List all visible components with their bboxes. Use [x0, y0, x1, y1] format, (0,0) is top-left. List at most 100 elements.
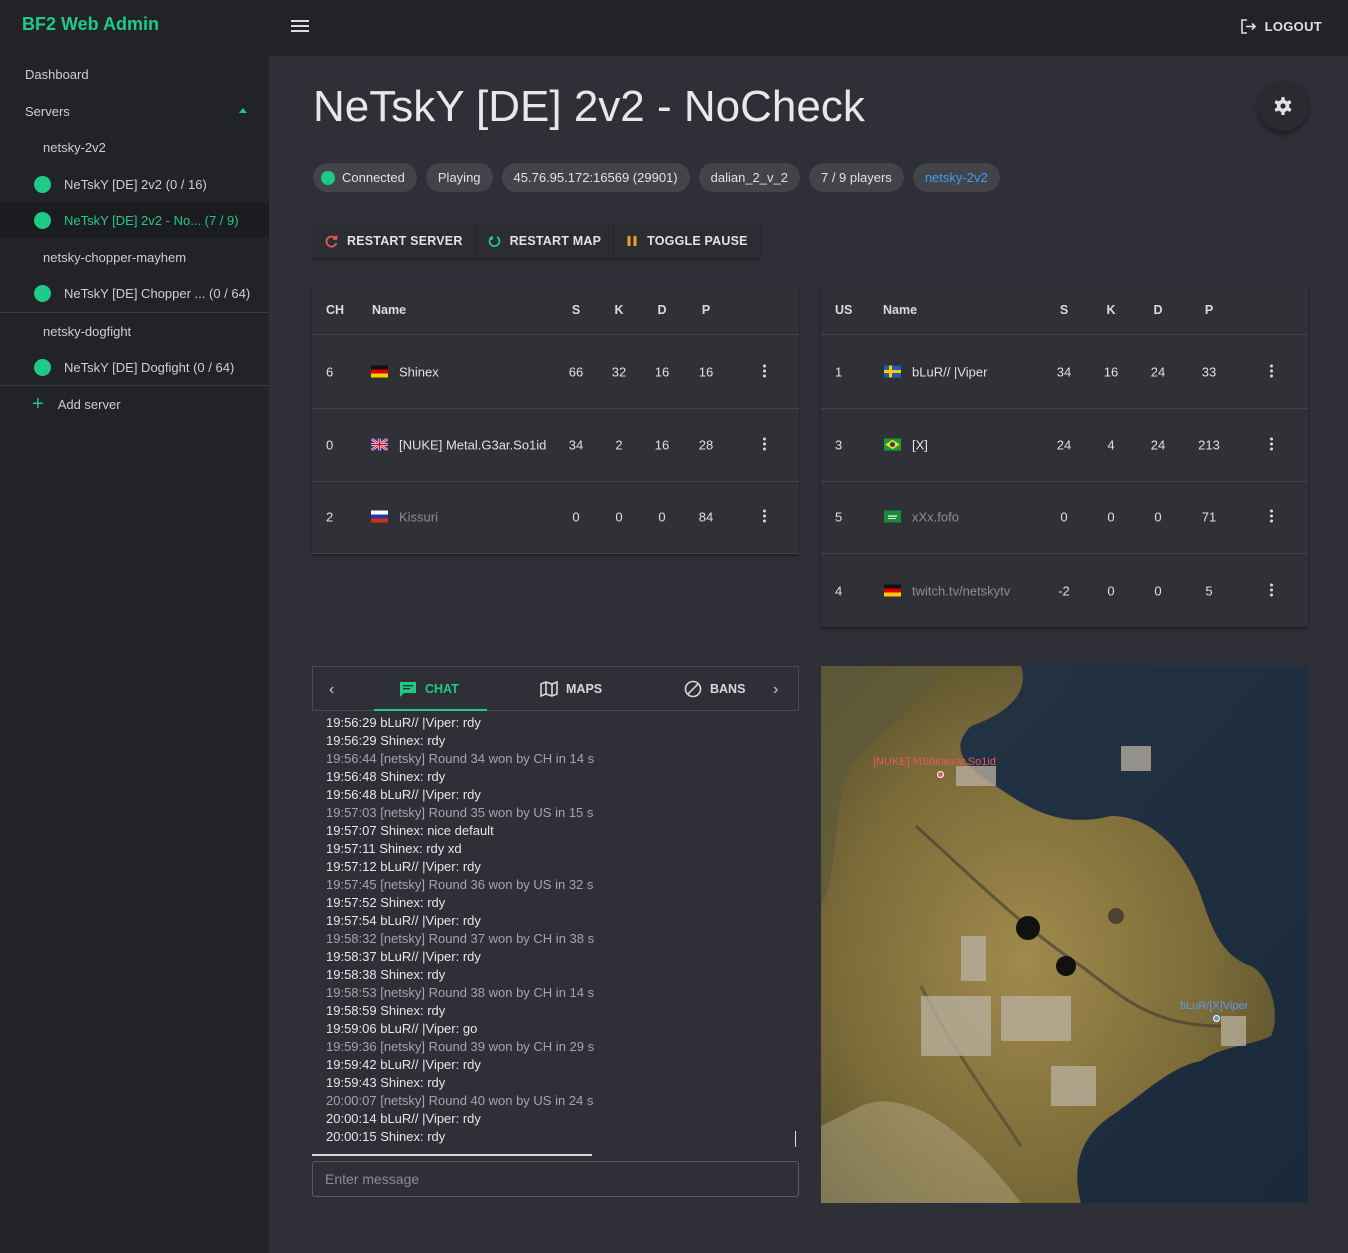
server-group-label: netsky-dogfight — [43, 323, 132, 339]
player-name[interactable]: Shinex — [399, 365, 439, 380]
scrollbar-indicator[interactable] — [312, 1154, 592, 1156]
sidebar-server-item-active[interactable]: NeTskY [DE] 2v2 - No... (7 / 9) — [0, 202, 269, 238]
col-kills[interactable]: K — [614, 303, 623, 317]
player-name[interactable]: twitch.tv/netskytv — [912, 583, 1010, 598]
gear-icon — [1274, 97, 1292, 115]
more-vert-icon[interactable] — [1269, 437, 1273, 453]
chat-log[interactable]: 20:00:15 Shinex: rdy 20:00:14 bLuR// |Vip… — [312, 711, 799, 1156]
chat-line: 19:58:59 Shinex: rdy — [326, 1003, 446, 1018]
player-id: 3 — [835, 437, 843, 453]
player-id: 4 — [835, 583, 843, 598]
sidebar-server-item[interactable]: NeTskY [DE] 2v2 (0 / 16) — [0, 166, 269, 202]
chat-line: 19:59:43 Shinex: rdy — [326, 1075, 446, 1090]
logout-icon — [1240, 19, 1256, 34]
chip-players: 7 / 9 players — [808, 163, 904, 192]
player-kills: 2 — [615, 437, 623, 453]
restart-map-icon — [488, 235, 500, 247]
restart-server-button[interactable]: RESTART SERVER — [313, 224, 476, 258]
player-ping: 28 — [698, 437, 714, 453]
block-icon — [684, 680, 702, 698]
col-ping[interactable]: P — [1205, 303, 1213, 317]
more-vert-icon[interactable] — [1269, 509, 1273, 525]
add-server-label: Add server — [57, 396, 121, 412]
restart-map-button[interactable]: RESTART MAP — [476, 224, 615, 258]
col-team[interactable]: CH — [326, 303, 344, 317]
sidebar-server-item[interactable]: NeTskY [DE] Dogfight (0 / 64) — [0, 349, 269, 385]
table-header: CH Name S K D P — [312, 285, 799, 335]
col-deaths[interactable]: D — [1153, 303, 1162, 317]
chat-line: 19:57:54 bLuR// |Viper: rdy — [326, 913, 481, 928]
player-name[interactable]: bLuR// |Viper — [912, 365, 987, 380]
col-kills[interactable]: K — [1106, 303, 1115, 317]
player-name[interactable]: [X] — [912, 438, 928, 453]
flag-sa-icon — [884, 510, 901, 523]
more-vert-icon[interactable] — [1269, 364, 1273, 380]
col-name[interactable]: Name — [883, 303, 917, 317]
status-dot-icon — [34, 175, 51, 193]
more-vert-icon[interactable] — [762, 437, 766, 453]
player-deaths: 24 — [1150, 437, 1166, 453]
chat-line: 19:56:48 Shinex: rdy — [326, 769, 446, 784]
chip-group-link[interactable]: netsky-2v2 — [912, 163, 1000, 192]
player-row: 0 [NUKE] Metal.G3ar.So1id 34 2 16 28 — [312, 409, 799, 482]
player-row: 1 bLuR// |Viper 34 16 24 33 — [821, 336, 1308, 409]
map-marker-ch[interactable] — [937, 771, 944, 778]
more-vert-icon[interactable] — [762, 364, 766, 380]
player-deaths: 16 — [654, 364, 670, 380]
player-row: 3 [X] 24 4 24 213 — [821, 409, 1308, 482]
brand-title[interactable]: BF2 Web Admin — [22, 14, 159, 35]
nav-servers[interactable]: Servers — [0, 93, 269, 129]
add-server-button[interactable]: + Add server — [0, 386, 269, 422]
col-score[interactable]: S — [1060, 303, 1068, 317]
chip-label: Connected — [342, 170, 405, 185]
player-name-cell: bLuR// |Viper — [884, 365, 987, 380]
player-score: 0 — [1060, 509, 1068, 525]
player-deaths: 16 — [654, 437, 670, 453]
tab-chat[interactable]: CHAT — [399, 667, 459, 711]
chat-line: 20:00:14 bLuR// |Viper: rdy — [326, 1111, 481, 1126]
server-group-netsky-chopper-mayhem[interactable]: netsky-chopper-mayhem — [0, 239, 269, 275]
more-vert-icon[interactable] — [762, 509, 766, 525]
player-score: 0 — [572, 509, 580, 525]
col-score[interactable]: S — [572, 303, 580, 317]
map-marker-us[interactable] — [1213, 1015, 1220, 1022]
sidebar: BF2 Web Admin Dashboard Servers netsky-2… — [0, 0, 269, 1253]
player-ping: 33 — [1201, 364, 1217, 380]
chat-line: 20:00:07 [netsky] Round 40 won by US in … — [326, 1093, 594, 1108]
chevron-right-icon[interactable]: › — [773, 681, 778, 699]
status-dot-icon — [321, 170, 335, 185]
server-group-netsky-2v2[interactable]: netsky-2v2 — [0, 129, 269, 165]
pause-icon — [627, 236, 637, 246]
col-team[interactable]: US — [835, 303, 852, 317]
chevron-left-icon[interactable]: ‹ — [329, 681, 334, 699]
minimap[interactable]: [NUKE] MShinexar.So1id bLuR/[X]Viper — [821, 666, 1308, 1203]
chip-label: Playing — [437, 170, 481, 185]
player-name[interactable]: Kissuri — [399, 510, 438, 525]
player-deaths: 24 — [1150, 364, 1166, 380]
player-name[interactable]: xXx.fofo — [912, 510, 959, 525]
flag-de-icon — [884, 584, 901, 596]
sidebar-server-label: NeTskY [DE] 2v2 (0 / 16) — [64, 176, 207, 192]
col-name[interactable]: Name — [372, 303, 406, 317]
more-vert-icon[interactable] — [1269, 583, 1273, 598]
player-name-cell: [X] — [884, 438, 928, 453]
nav-dashboard[interactable]: Dashboard — [0, 56, 269, 92]
logout-button[interactable]: LOGOUT — [1240, 19, 1322, 34]
hamburger-menu-icon[interactable] — [291, 20, 309, 34]
col-deaths[interactable]: D — [657, 303, 666, 317]
player-name[interactable]: [NUKE] Metal.G3ar.So1id — [399, 438, 546, 453]
tab-bans[interactable]: BANS — [684, 667, 745, 711]
chip-address: 45.76.95.172:16569 (29901) — [501, 163, 690, 192]
chat-line: 19:57:45 [netsky] Round 36 won by US in … — [326, 877, 594, 892]
col-ping[interactable]: P — [702, 303, 710, 317]
server-group-netsky-dogfight[interactable]: netsky-dogfight — [0, 313, 269, 349]
tab-maps[interactable]: MAPS — [540, 667, 602, 711]
message-input[interactable] — [312, 1161, 799, 1197]
player-score: 66 — [568, 364, 584, 380]
player-row: 2 Kissuri 0 0 0 84 — [312, 481, 799, 554]
settings-button[interactable] — [1258, 81, 1308, 131]
chat-line: 19:59:36 [netsky] Round 39 won by CH in … — [326, 1039, 595, 1054]
server-group-label: netsky-2v2 — [43, 139, 106, 155]
toggle-pause-button[interactable]: TOGGLE PAUSE — [614, 224, 760, 258]
sidebar-server-item[interactable]: NeTskY [DE] Chopper ... (0 / 64) — [0, 275, 269, 311]
